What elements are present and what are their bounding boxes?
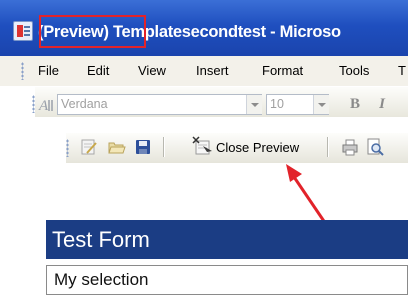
menu-table[interactable]: T [398,62,406,80]
menu-edit-label: Edit [87,63,110,78]
menu-format-label: Format [262,63,304,78]
menu-insert[interactable]: Insert [196,62,229,80]
print-icon[interactable] [341,138,359,156]
font-size-dropdown-button[interactable] [313,95,329,114]
open-icon[interactable] [108,138,126,156]
edit-form-icon[interactable] [80,138,98,156]
menu-file[interactable]: File [38,62,59,80]
chevron-down-icon [318,103,326,107]
menu-format[interactable]: Format [262,62,303,80]
selection-value: My selection [54,270,149,289]
menu-insert-label: Insert [196,63,229,78]
svg-text:A: A [38,98,49,113]
close-preview-label: Close Preview [216,140,300,155]
menubar-grip[interactable] [21,62,24,80]
menu-table-label: T [398,63,406,78]
bold-button[interactable]: B [345,94,365,114]
menu-edit[interactable]: Edit [87,62,109,80]
preview-toolbar-grip[interactable] [66,139,69,157]
menu-view[interactable]: View [138,62,166,80]
font-size-value: 10 [270,97,284,111]
app-icon[interactable] [13,21,33,41]
save-icon[interactable] [134,138,152,156]
toolbar-separator [327,137,328,157]
toolbar-separator [163,137,164,157]
preview-highlight-box [39,15,146,48]
font-name-value: Verdana [61,97,108,111]
font-name-select[interactable]: Verdana [57,94,262,115]
form-title: Test Form [52,227,150,252]
menu-view-label: View [138,63,166,78]
font-icon[interactable]: A [38,95,56,114]
menu-tools-label: Tools [339,63,370,78]
font-name-dropdown-button[interactable] [246,95,262,114]
formatting-toolbar-grip[interactable] [32,95,35,113]
menu-file-label: File [38,63,59,78]
italic-button[interactable]: I [372,94,392,114]
close-preview-icon [192,136,212,155]
print-preview-icon[interactable] [366,138,384,156]
chevron-down-icon [251,103,259,107]
menu-tools[interactable]: Tools [339,62,369,80]
